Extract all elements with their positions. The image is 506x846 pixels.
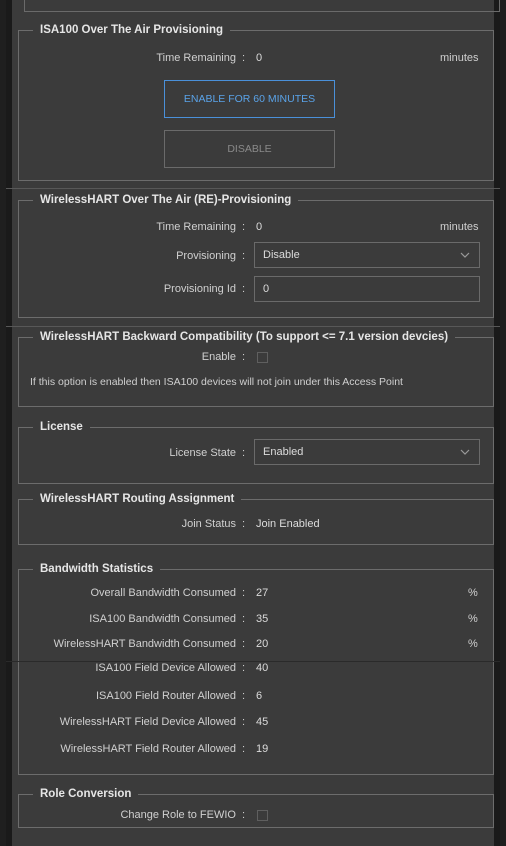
- bandwidth-row-label: ISA100 Field Router Allowed: [95, 690, 236, 702]
- whart-backward-legend: WirelessHART Backward Compatibility (To …: [40, 331, 449, 343]
- separator: :: [242, 250, 246, 262]
- bandwidth-row-label: WirelessHART Bandwidth Consumed: [53, 638, 236, 650]
- disable-button[interactable]: DISABLE: [164, 130, 335, 168]
- isa100-time-remaining-value: 0: [256, 52, 263, 64]
- provisioning-label: Provisioning: [176, 250, 236, 262]
- separator: :: [242, 283, 246, 295]
- isa100-time-remaining-label: Time Remaining: [156, 52, 236, 64]
- separator: :: [242, 52, 246, 64]
- separator: :: [242, 690, 246, 702]
- bandwidth-legend: Bandwidth Statistics: [40, 563, 154, 575]
- change-role-label: Change Role to FEWIO: [120, 809, 236, 821]
- separator: :: [242, 221, 246, 233]
- bandwidth-row-label: WirelessHART Field Device Allowed: [59, 716, 236, 728]
- bandwidth-row-unit: %: [468, 638, 478, 650]
- backward-compatibility-note: If this option is enabled then ISA100 de…: [30, 376, 403, 388]
- divider: [6, 188, 500, 189]
- change-role-checkbox[interactable]: [257, 810, 268, 821]
- enable-label: Enable: [201, 351, 236, 363]
- bandwidth-row-value: 20: [256, 638, 269, 650]
- bandwidth-row-label: ISA100 Field Device Allowed: [95, 662, 236, 674]
- provisioning-selected-value: Disable: [263, 249, 300, 261]
- bandwidth-row-value: 19: [256, 743, 269, 755]
- separator: :: [242, 613, 246, 625]
- join-status-label: Join Status: [181, 518, 236, 530]
- separator: :: [242, 716, 246, 728]
- license-legend: License: [40, 421, 83, 433]
- whart-time-remaining-value: 0: [256, 221, 263, 233]
- separator: :: [242, 447, 246, 459]
- whart-time-remaining-label: Time Remaining: [156, 221, 236, 233]
- enable-60-minutes-button[interactable]: ENABLE FOR 60 MINUTES: [164, 80, 335, 118]
- bandwidth-row-label: ISA100 Bandwidth Consumed: [89, 613, 236, 625]
- bandwidth-row-value: 27: [256, 587, 269, 599]
- chevron-down-icon: [460, 252, 470, 258]
- join-status-value: Join Enabled: [256, 518, 320, 530]
- license-state-label: License State: [169, 447, 236, 459]
- license-state-dropdown[interactable]: Enabled: [254, 439, 480, 465]
- whart-backward-group: WirelessHART Backward Compatibility (To …: [18, 331, 494, 407]
- bandwidth-row-label: Overall Bandwidth Consumed: [90, 587, 236, 599]
- whart-time-remaining-unit: minutes: [440, 221, 479, 233]
- isa100-time-remaining-unit: minutes: [440, 52, 479, 64]
- role-conversion-legend: Role Conversion: [40, 788, 132, 800]
- routing-legend: WirelessHART Routing Assignment: [40, 493, 235, 505]
- previous-group-edge: [24, 0, 500, 12]
- provisioning-id-field[interactable]: 0: [254, 276, 480, 302]
- bandwidth-row-value: 35: [256, 613, 269, 625]
- isa100-ota-legend: ISA100 Over The Air Provisioning: [40, 24, 223, 36]
- divider: [6, 326, 500, 327]
- separator: :: [242, 351, 246, 363]
- bandwidth-row-value: 45: [256, 716, 269, 728]
- role-conversion-group: Role Conversion: [18, 788, 494, 828]
- whart-ota-legend: WirelessHART Over The Air (RE)-Provision…: [40, 194, 292, 206]
- separator: :: [242, 809, 246, 821]
- bandwidth-row-unit: %: [468, 613, 478, 625]
- backward-compatibility-checkbox[interactable]: [257, 352, 268, 363]
- separator: :: [242, 662, 246, 674]
- separator: :: [242, 518, 246, 530]
- provisioning-dropdown[interactable]: Disable: [254, 242, 480, 268]
- bandwidth-row-label: WirelessHART Field Router Allowed: [60, 743, 236, 755]
- bandwidth-row-value: 40: [256, 662, 269, 674]
- chevron-down-icon: [460, 449, 470, 455]
- separator: :: [242, 638, 246, 650]
- bandwidth-row-unit: %: [468, 587, 478, 599]
- provisioning-id-value: 0: [263, 283, 270, 295]
- left-rail: [6, 0, 12, 846]
- right-rail: [494, 0, 500, 846]
- license-state-selected-value: Enabled: [263, 446, 304, 458]
- separator: :: [242, 587, 246, 599]
- bandwidth-row-value: 6: [256, 690, 263, 702]
- separator: :: [242, 743, 246, 755]
- divider: [6, 661, 500, 662]
- provisioning-id-label: Provisioning Id: [163, 283, 236, 295]
